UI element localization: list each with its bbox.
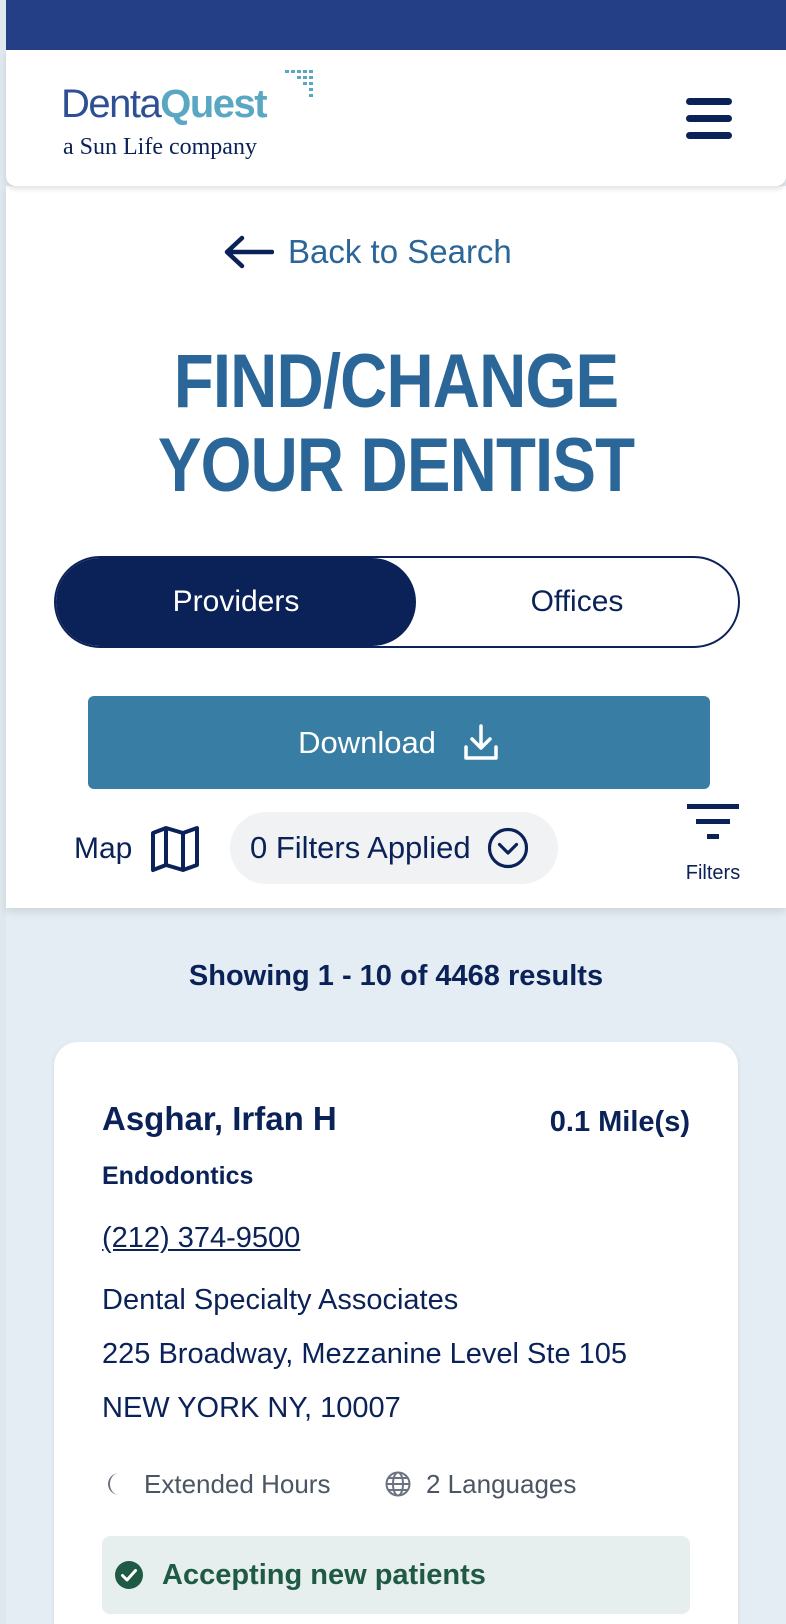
page-title-line-2: YOUR DENTIST bbox=[157, 423, 635, 508]
accepting-patients-label: Accepting new patients bbox=[162, 1558, 486, 1591]
languages-label: 2 Languages bbox=[426, 1468, 577, 1499]
site-header: DentaQuest a Sun Life company bbox=[6, 50, 786, 186]
provider-phone-link[interactable]: (212) 374-9500 bbox=[102, 1222, 300, 1255]
logo-wordmark: DentaQuest bbox=[61, 82, 268, 127]
filter-lines-icon bbox=[687, 804, 739, 839]
filters-applied-label: 0 Filters Applied bbox=[250, 830, 471, 865]
download-icon bbox=[464, 723, 498, 760]
map-icon bbox=[151, 826, 200, 872]
toggle-offices[interactable]: Offices bbox=[416, 558, 738, 646]
filters-applied-dropdown[interactable]: 0 Filters Applied bbox=[230, 812, 558, 884]
moon-icon bbox=[108, 1473, 119, 1495]
address-street: 225 Broadway, Mezzanine Level Ste 105 bbox=[102, 1338, 628, 1370]
download-button-label: Download bbox=[298, 724, 436, 760]
provider-result-card[interactable]: Asghar, Irfan H 0.1 Mile(s) Endodontics … bbox=[54, 1042, 738, 1624]
provider-name[interactable]: Asghar, Irfan H bbox=[102, 1100, 337, 1138]
dentaquest-logo[interactable]: DentaQuest a Sun Life company bbox=[61, 68, 321, 168]
languages-feature: 2 Languages bbox=[384, 1464, 576, 1504]
filters-label: Filters bbox=[685, 862, 741, 884]
top-utility-bar bbox=[6, 0, 786, 50]
toggle-providers[interactable]: Providers bbox=[56, 558, 416, 646]
accepting-patients-badge: Accepting new patients bbox=[102, 1536, 690, 1614]
logo-wordmark-quest: Quest bbox=[160, 82, 267, 126]
search-controls-panel: Back to Search FIND/CHANGE YOUR DENTIST … bbox=[6, 186, 786, 908]
address-city-state-zip: NEW YORK NY, 10007 bbox=[102, 1392, 401, 1424]
results-summary: Showing 1 - 10 of 4468 results bbox=[188, 960, 604, 992]
page-title-line-1: FIND/CHANGE bbox=[173, 339, 619, 424]
practice-name: Dental Specialty Associates bbox=[102, 1284, 459, 1316]
hamburger-menu-icon[interactable] bbox=[686, 98, 732, 140]
logo-wordmark-denta: Denta bbox=[61, 82, 162, 126]
map-view-button[interactable]: Map bbox=[74, 822, 200, 876]
back-to-search-label: Back to Search bbox=[288, 233, 512, 270]
provider-specialty: Endodontics bbox=[102, 1162, 254, 1190]
providers-offices-toggle: Providers Offices bbox=[54, 556, 740, 648]
extended-hours-label: Extended Hours bbox=[144, 1468, 331, 1499]
download-button[interactable]: Download bbox=[88, 696, 710, 789]
extended-hours-feature: Extended Hours bbox=[102, 1464, 330, 1504]
arrow-left-icon bbox=[224, 235, 274, 269]
check-circle-icon bbox=[115, 1561, 143, 1589]
provider-distance: 0.1 Mile(s) bbox=[549, 1106, 690, 1138]
filters-button[interactable]: Filters bbox=[670, 802, 756, 886]
globe-icon bbox=[385, 1471, 411, 1497]
logo-tagline: a Sun Life company bbox=[63, 134, 257, 160]
chevron-down-circle-icon bbox=[487, 827, 528, 869]
logo-dots-icon bbox=[285, 70, 313, 97]
page-title: FIND/CHANGE YOUR DENTIST bbox=[61, 340, 732, 508]
back-to-search-link[interactable]: Back to Search bbox=[222, 230, 512, 274]
map-label: Map bbox=[74, 832, 133, 865]
